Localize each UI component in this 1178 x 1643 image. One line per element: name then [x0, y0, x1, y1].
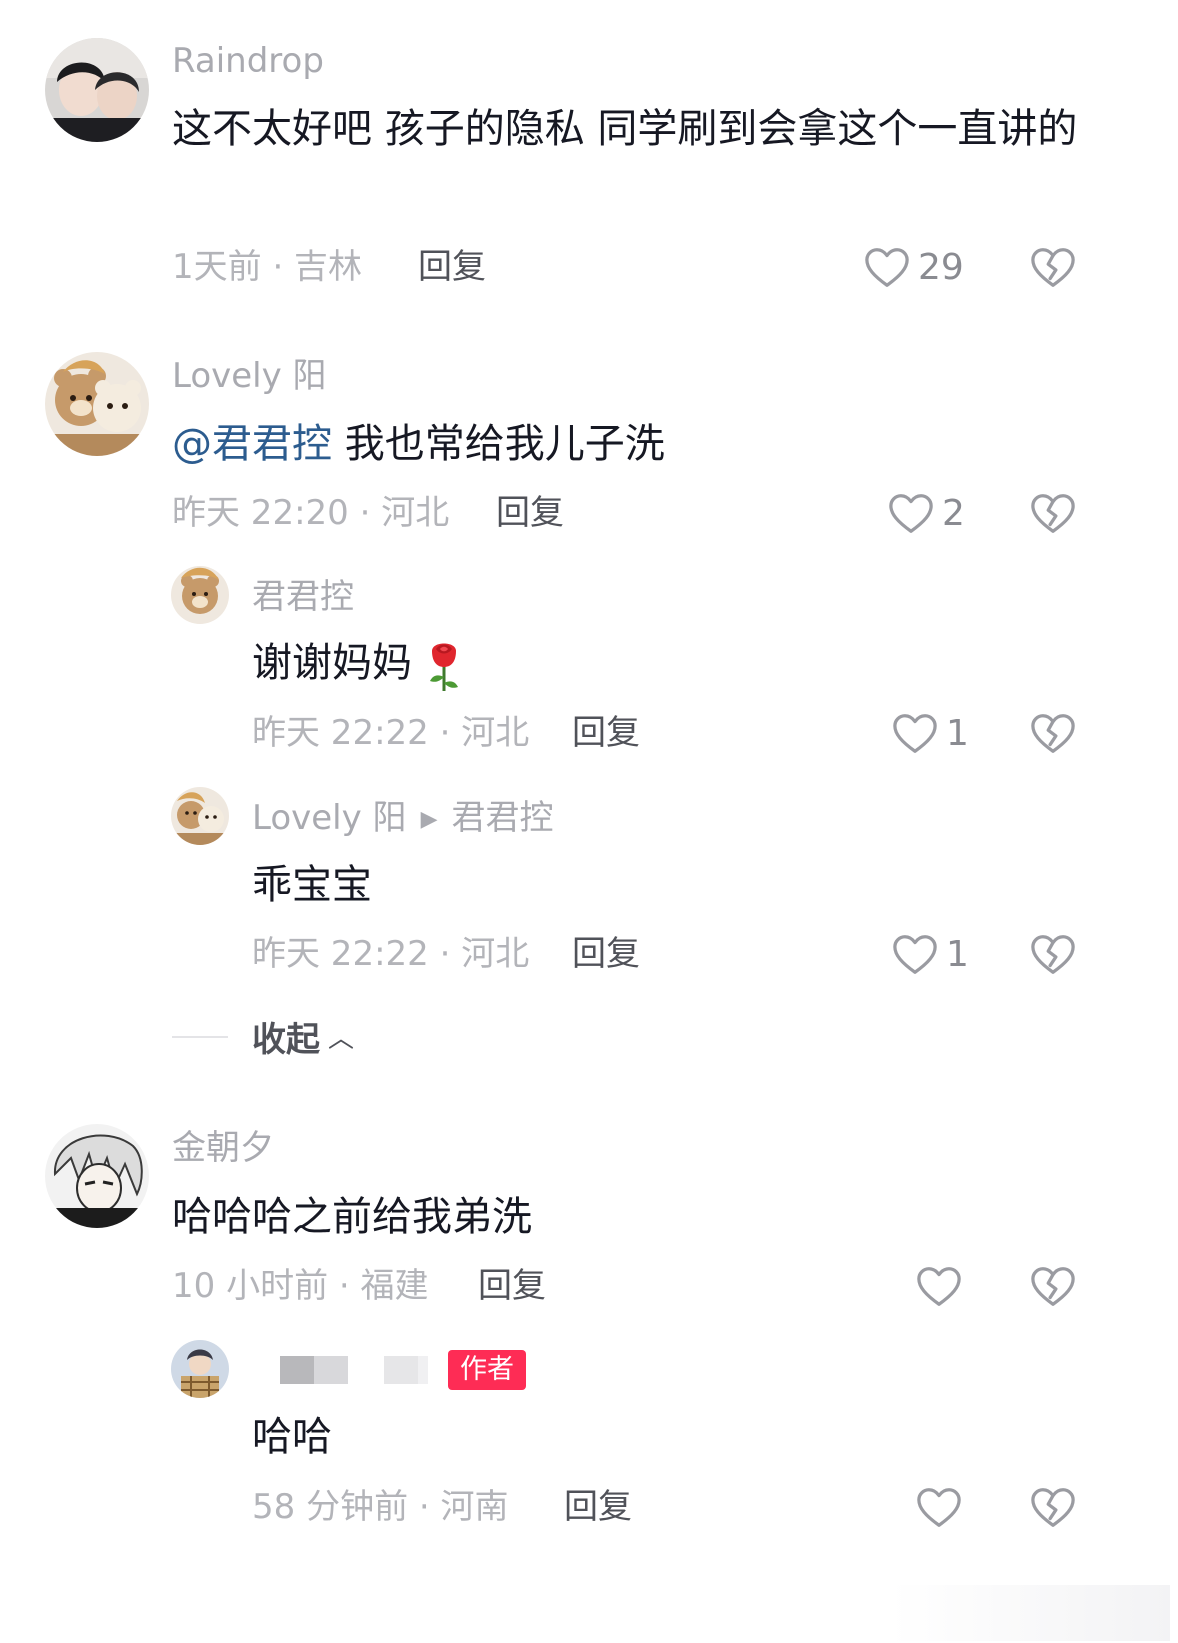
comment-text-body: 我也常给我儿子洗	[332, 421, 665, 467]
like-button[interactable]: 1	[892, 931, 969, 979]
reply-button[interactable]: 回复	[478, 1269, 546, 1303]
dislike-button[interactable]	[1030, 246, 1076, 290]
like-count: 2	[942, 493, 965, 534]
reply-text: 哈哈	[252, 1414, 332, 1460]
avatar[interactable]	[171, 787, 229, 845]
watermark	[890, 1585, 1170, 1641]
avatar[interactable]	[171, 1340, 229, 1398]
comment-text: @君君控 我也常给我儿子洗	[172, 409, 665, 479]
dislike-button[interactable]	[1030, 712, 1076, 756]
avatar[interactable]	[45, 38, 149, 142]
blurred-username[interactable]	[252, 1350, 434, 1390]
avatar[interactable]	[171, 566, 229, 624]
reply-button[interactable]: 回复	[418, 250, 486, 284]
reply-username: 作者	[252, 1350, 526, 1391]
broken-heart-icon	[1030, 933, 1076, 977]
comment-username[interactable]: 金朝夕	[172, 1131, 274, 1165]
like-button[interactable]: 1	[892, 710, 969, 758]
reply-text: 乖宝宝	[252, 862, 372, 908]
dislike-button[interactable]	[1030, 492, 1076, 536]
triangle-right-icon: ▶	[420, 806, 438, 832]
comment-username[interactable]: Lovely 阳	[172, 359, 327, 393]
avatar[interactable]	[45, 1124, 149, 1228]
like-count: 1	[946, 713, 969, 754]
dislike-button[interactable]	[1030, 933, 1076, 977]
heart-outline-icon	[892, 712, 938, 756]
comment-username[interactable]: Raindrop	[172, 44, 324, 78]
reply-meta: 昨天 22:22 · 河北	[252, 713, 530, 753]
divider	[172, 1035, 228, 1038]
reply-target-username[interactable]: 君君控	[451, 798, 553, 838]
reply-meta: 58 分钟前 · 河南	[252, 1487, 509, 1527]
reply-button[interactable]: 回复	[572, 937, 640, 971]
reply-meta: 昨天 22:22 · 河北	[252, 934, 530, 974]
collapse-replies-button[interactable]: 收起 ︿	[172, 1012, 354, 1061]
chevron-up-icon: ︿	[328, 1024, 355, 1054]
heart-outline-icon	[864, 246, 910, 290]
dislike-button[interactable]	[1030, 1486, 1076, 1530]
broken-heart-icon	[1030, 246, 1076, 290]
comment-text: 哈哈哈之前给我弟洗	[172, 1194, 532, 1240]
reply-username[interactable]: 君君控	[252, 580, 354, 614]
broken-heart-icon	[1030, 1486, 1076, 1530]
reply-author[interactable]: Lovely 阳	[252, 798, 407, 838]
rose-icon	[430, 643, 458, 691]
reply-text-body: 谢谢妈妈	[252, 640, 412, 686]
comment-meta: 10 小时前 · 福建	[172, 1266, 429, 1306]
like-button[interactable]: 2	[888, 490, 965, 538]
author-badge: 作者	[448, 1350, 526, 1391]
collapse-label: 收起	[252, 1020, 320, 1060]
heart-outline-icon	[916, 1265, 962, 1309]
like-button[interactable]	[916, 1263, 962, 1311]
broken-heart-icon	[1030, 712, 1076, 756]
comment-meta: 昨天 22:20 · 河北	[172, 493, 450, 533]
like-button[interactable]: 29	[864, 244, 964, 292]
reply-username: Lovely 阳 ▶ 君君控	[252, 801, 553, 835]
heart-outline-icon	[916, 1486, 962, 1530]
reply-button[interactable]: 回复	[564, 1490, 632, 1524]
like-button[interactable]	[916, 1484, 962, 1532]
comment-text: 这不太好吧 孩子的隐私 同学刷到会拿这个一直讲的	[172, 106, 1078, 152]
broken-heart-icon	[1030, 1265, 1076, 1309]
heart-outline-icon	[892, 933, 938, 977]
mention-link[interactable]: @君君控	[172, 421, 332, 467]
heart-outline-icon	[888, 492, 934, 536]
reply-button[interactable]: 回复	[496, 496, 564, 530]
avatar[interactable]	[45, 352, 149, 456]
reply-text: 谢谢妈妈	[252, 628, 464, 698]
broken-heart-icon	[1030, 492, 1076, 536]
like-count: 1	[946, 934, 969, 975]
reply-button[interactable]: 回复	[572, 716, 640, 750]
dislike-button[interactable]	[1030, 1265, 1076, 1309]
comment-meta: 1天前 · 吉林	[172, 247, 363, 287]
like-count: 29	[918, 247, 964, 288]
